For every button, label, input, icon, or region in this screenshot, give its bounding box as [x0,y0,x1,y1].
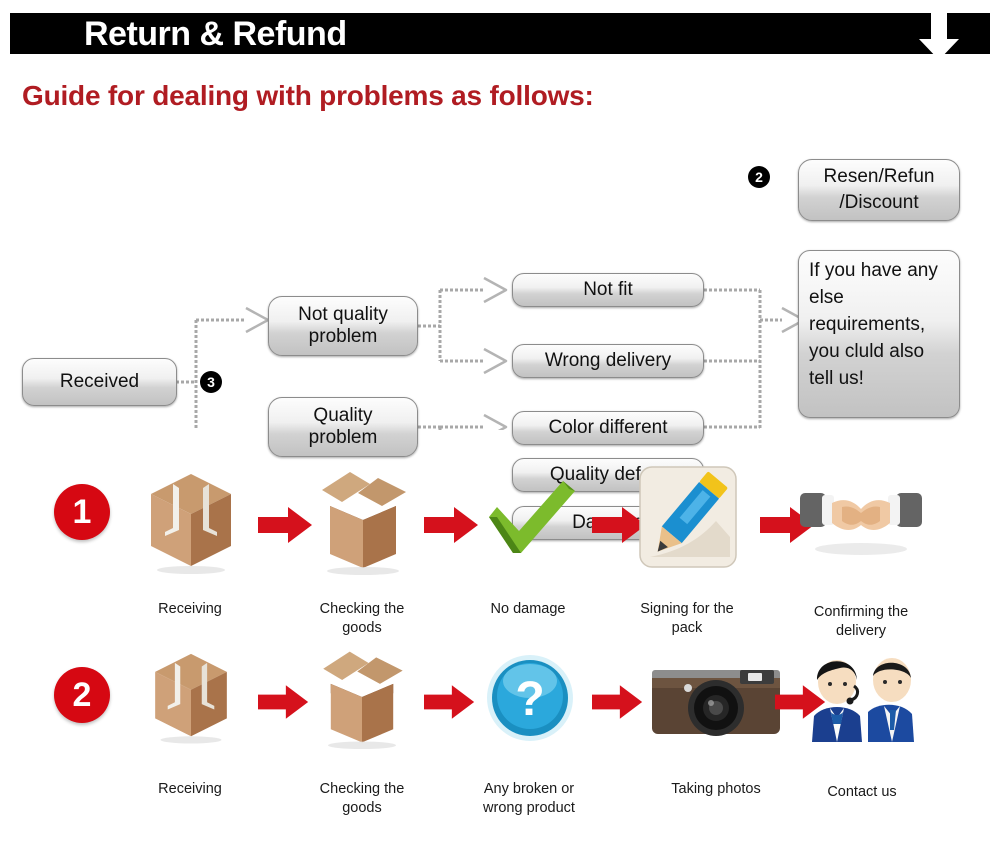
step-label: Confirming the delivery [813,604,909,639]
green-check-icon [489,481,575,553]
closed-box-icon [155,653,227,744]
step-label: No damage [490,601,566,617]
flow-node-wrong-delivery[interactable]: Wrong delivery [512,344,704,378]
step-label: Receiving [158,781,222,797]
flow-node-note[interactable]: If you have any else requirements, you c… [798,250,960,418]
question-mark-icon: ? [487,655,573,741]
step-label: Any broken or wrong product [483,781,575,816]
red-right-arrow-icon [258,685,309,719]
support-agents-icon [812,658,914,742]
page-title: Return & Refund [84,15,347,53]
handshake-icon [800,493,922,555]
step-label: Taking photos [671,781,761,797]
step-label: Contact us [827,784,897,800]
flow-node-quality-problem[interactable]: Quality problem [268,397,418,457]
flow-node-not-quality-problem[interactable]: Not quality problem [268,296,418,356]
step-label: Checking the goods [319,601,405,636]
closed-box-icon [151,474,231,574]
step-label: Checking the goods [319,781,405,816]
process-row-1: 1 Receiving Checking the goods No damage… [0,455,1000,645]
step-label: Signing for the pack [640,601,734,636]
flow-marker-2: 2 [748,166,770,188]
process-row-2: 2 ? Receiving Checking the goods Any bro… [0,638,1000,828]
flow-node-color-different[interactable]: Color different [512,411,704,445]
flow-node-received[interactable]: Received [22,358,177,406]
row-badge-1: 1 [54,484,110,540]
red-right-arrow-icon [592,685,643,719]
red-right-arrow-icon [424,507,478,543]
pencil-sign-icon [639,466,737,568]
subtitle: Guide for dealing with problems as follo… [22,80,594,111]
flow-node-not-fit[interactable]: Not fit [512,273,704,307]
red-right-arrow-icon [424,685,475,719]
down-arrow-icon [919,13,959,60]
flow-marker-3: 3 [200,371,222,393]
camera-icon [652,670,780,736]
open-box-icon [322,472,406,575]
row-badge-2: 2 [54,667,110,723]
red-right-arrow-icon [258,507,312,543]
flow-node-resend-refund-discount[interactable]: Resen/Refun /Discount [798,159,960,221]
flowchart: Received 3 Not quality problem Quality p… [0,130,1000,540]
svg-text:?: ? [515,673,544,726]
open-box-icon [323,651,403,750]
step-label: Receiving [158,601,222,617]
